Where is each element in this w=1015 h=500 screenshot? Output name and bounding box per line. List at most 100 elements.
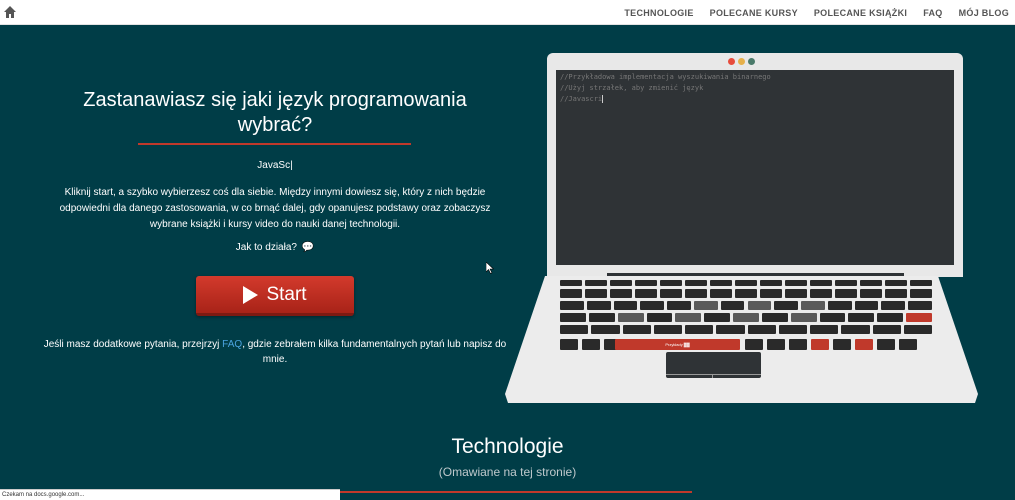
keyboard-key [653, 325, 682, 334]
trackpad-split [712, 374, 713, 378]
hero-description: Kliknij start, a szybko wybierzesz coś d… [59, 187, 491, 230]
keyboard-key [910, 289, 932, 298]
text-caret [602, 95, 604, 103]
keyboard-key [841, 325, 870, 334]
extra-questions-text: Jeśli masz dodatkowe pytania, przejrzyj … [40, 337, 510, 367]
keyboard-key [899, 339, 917, 350]
keyboard-key [747, 325, 776, 334]
keyboard-key [646, 313, 673, 322]
keyboard-key [877, 339, 895, 350]
keyboard-key [885, 280, 907, 286]
section-title: Technologie [451, 435, 564, 458]
keyboard-key [903, 325, 932, 334]
keyboard-key [774, 301, 799, 310]
keyboard-key [854, 301, 879, 310]
top-navbar: TECHNOLOGIE POLECANE KURSY POLECANE KSIĄ… [0, 0, 1015, 25]
keyboard-key [810, 289, 832, 298]
nav-link-moj-blog[interactable]: MÓJ BLOG [959, 8, 1009, 18]
keyboard-key [785, 280, 807, 286]
keyboard-key [877, 313, 904, 322]
start-button-label: Start [266, 283, 307, 305]
keyboard-key [675, 313, 702, 322]
code-line: //Przykładowa implementacja wyszukiwania… [560, 73, 771, 81]
keyboard-key [860, 280, 882, 286]
keyboard-key [819, 313, 846, 322]
nav-link-faq[interactable]: FAQ [923, 8, 942, 18]
keyboard-key [885, 289, 907, 298]
window-dot-green [748, 58, 755, 65]
keyboard-key [660, 280, 682, 286]
laptop-lid: //Przykładowa implementacja wyszukiwania… [547, 53, 963, 277]
how-it-works-link[interactable]: Jak to działa? 💬 [0, 242, 550, 253]
keyboard-key [560, 289, 582, 298]
typed-language-text: JavaSc| [257, 160, 293, 171]
keyboard-key [582, 339, 600, 350]
keyboard-key [716, 325, 745, 334]
keyboard-key [810, 280, 832, 286]
keyboard-key [760, 289, 782, 298]
keyboard-key [610, 289, 632, 298]
keyboard-key [693, 301, 718, 310]
nav-link-technologie[interactable]: TECHNOLOGIE [624, 8, 693, 18]
mouse-cursor-icon [486, 262, 494, 274]
window-dot-red [728, 58, 735, 65]
keyboard-key [733, 313, 759, 322]
keyboard-key [908, 301, 932, 310]
keyboard-key [560, 313, 586, 322]
keyboard-key [585, 280, 607, 286]
keyboard-key [560, 339, 578, 350]
section-subtitle: (Omawiane na tej stronie) [438, 465, 577, 479]
nav-link-polecane-kursy[interactable]: POLECANE KURSY [710, 8, 798, 18]
spacebar-key[interactable]: Przykłady ▓▓ [615, 339, 740, 350]
play-icon [243, 285, 259, 304]
how-it-works-label: Jak to działa? [235, 242, 297, 253]
extra-text-after: , gdzie zebrałem kilka fundamentalnych p… [242, 339, 507, 365]
keyboard-key [610, 280, 632, 286]
keyboard-key [704, 313, 731, 322]
keyboard-key [720, 301, 745, 310]
keyboard-key [760, 280, 782, 286]
section-divider [330, 491, 692, 493]
home-icon[interactable] [3, 5, 17, 19]
browser-status-bar: Czekam na docs.google.com... [0, 489, 340, 500]
keyboard-key [660, 289, 682, 298]
keyboard-key [761, 313, 788, 322]
keyboard-key [785, 289, 807, 298]
keyboard-key [810, 325, 839, 334]
keyboard-key [745, 339, 763, 350]
keyboard-key [586, 301, 611, 310]
keyboard-key [591, 325, 620, 334]
faq-link[interactable]: FAQ [222, 339, 242, 350]
keyboard-key [811, 339, 829, 350]
keyboard-key [588, 313, 615, 322]
keyboard-key [613, 301, 638, 310]
keyboard-key [910, 280, 932, 286]
keyboard-key [860, 289, 882, 298]
keyboard-key [833, 339, 851, 350]
keyboard-key [735, 289, 757, 298]
hero-divider [138, 143, 411, 145]
laptop-trackpad [666, 352, 761, 378]
keyboard-key [685, 280, 707, 286]
keyboard-key [667, 301, 691, 310]
trackpad-divider [666, 374, 761, 375]
keyboard-key [848, 313, 875, 322]
keyboard-key [710, 289, 732, 298]
keyboard-key [855, 339, 873, 350]
keyboard-key [685, 325, 714, 334]
keyboard-key [735, 280, 757, 286]
keyboard-key [767, 339, 785, 350]
start-button[interactable]: Start [196, 276, 354, 316]
keyboard-key [827, 301, 852, 310]
keyboard-key [617, 313, 644, 322]
code-line-active: //Javascri [560, 95, 604, 103]
code-editor-screen[interactable]: //Przykładowa implementacja wyszukiwania… [556, 70, 954, 265]
keyboard-key [872, 325, 901, 334]
nav-links: TECHNOLOGIE POLECANE KURSY POLECANE KSIĄ… [608, 0, 1009, 25]
keyboard-key [622, 325, 651, 334]
keyboard-key [789, 339, 807, 350]
hero-title: Zastanawiasz się jaki język programowani… [83, 89, 467, 136]
keyboard-key [710, 280, 732, 286]
nav-link-polecane-ksiazki[interactable]: POLECANE KSIĄŻKI [814, 8, 907, 18]
keyboard-key [685, 289, 707, 298]
